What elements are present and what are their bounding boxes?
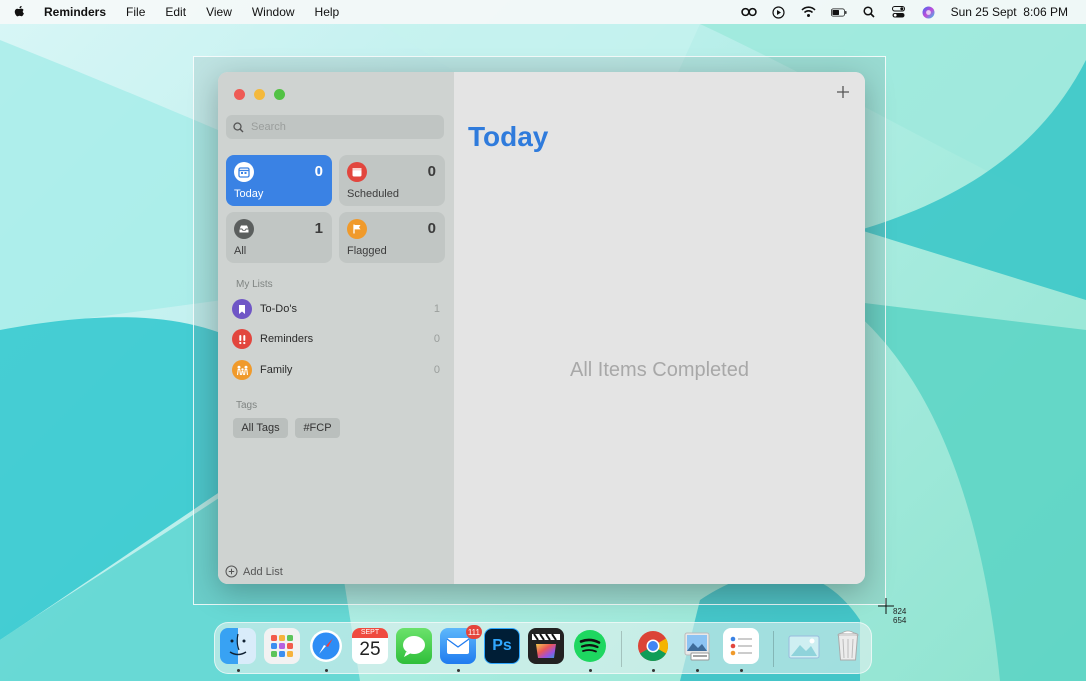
- reminders-window: 0 Today 0 Scheduled 1 All 0 Flagged My L…: [218, 72, 865, 584]
- list-name: To-Do's: [260, 303, 297, 315]
- preview-running-indicator: [696, 669, 699, 672]
- main-content: Today All Items Completed: [454, 72, 865, 584]
- window-controls: [234, 89, 285, 100]
- add-reminder-plus-icon[interactable]: [835, 84, 851, 100]
- menu-bar: Reminders File Edit View Window Help Sun…: [0, 0, 1086, 24]
- sidebar: 0 Today 0 Scheduled 1 All 0 Flagged My L…: [218, 72, 454, 584]
- creative-cloud-icon[interactable]: [740, 5, 757, 19]
- close-button[interactable]: [234, 89, 245, 100]
- calendar-day: 25: [359, 639, 381, 660]
- page-title: Today: [468, 121, 549, 152]
- scheduled-count: 0: [427, 163, 436, 180]
- dock-launchpad-icon[interactable]: [264, 628, 300, 664]
- dock-final-cut-pro-icon[interactable]: [528, 628, 564, 664]
- menu-help[interactable]: Help: [315, 5, 340, 19]
- bookmark-icon: [232, 299, 252, 319]
- crosshair-cursor-icon: [878, 598, 894, 614]
- list-item-family[interactable]: Family 0: [232, 358, 440, 382]
- my-lists-header: My Lists: [236, 279, 273, 290]
- dock-trash-icon[interactable]: [830, 628, 866, 664]
- smart-list-flagged[interactable]: 0 Flagged: [339, 212, 445, 263]
- dock-mail-icon[interactable]: 111: [440, 625, 482, 664]
- list-name: Family: [260, 364, 293, 376]
- chrome-running-indicator: [652, 669, 655, 672]
- search-field[interactable]: [226, 115, 444, 139]
- reminders-running-indicator: [740, 669, 743, 672]
- flagged-count: 0: [427, 220, 436, 237]
- safari-running-indicator: [325, 669, 328, 672]
- family-icon: [232, 360, 252, 380]
- all-count: 1: [314, 220, 323, 237]
- mail-unread-badge: 111: [465, 625, 482, 639]
- dock-chrome-icon[interactable]: [635, 628, 671, 664]
- cursor-x-readout: 824: [893, 607, 907, 616]
- calendar-icon: [347, 162, 367, 182]
- all-label: All: [234, 245, 247, 257]
- add-list-label: Add List: [243, 565, 283, 578]
- today-count: 0: [314, 163, 323, 180]
- tag-fcp[interactable]: #FCP: [295, 418, 340, 438]
- flag-icon: [347, 219, 367, 239]
- cursor-y-readout: 654: [893, 616, 907, 625]
- menu-app-name[interactable]: Reminders: [44, 5, 106, 19]
- calendar-month: SEPT: [352, 628, 388, 638]
- play-circle-icon[interactable]: [771, 5, 787, 19]
- cursor-coordinates: 824 654: [893, 607, 906, 625]
- dock: SEPT 25 111 Ps: [214, 622, 872, 674]
- apple-logo-icon[interactable]: [12, 5, 26, 19]
- tray-icon: [234, 219, 254, 239]
- dock-reminders-icon[interactable]: [723, 628, 759, 664]
- today-label: Today: [234, 188, 264, 200]
- dock-photoshop-icon[interactable]: Ps: [484, 628, 520, 664]
- calendar-icon: [234, 162, 254, 182]
- search-input[interactable]: [249, 120, 443, 134]
- list-name: Reminders: [260, 333, 314, 345]
- list-count: 0: [433, 364, 440, 376]
- dock-messages-icon[interactable]: [396, 628, 432, 664]
- empty-state-message: All Items Completed: [570, 359, 749, 381]
- control-center-icon[interactable]: [891, 5, 907, 19]
- list-item-todos[interactable]: To-Do's 1: [232, 297, 440, 321]
- add-list-button[interactable]: Add List: [225, 565, 283, 578]
- plus-circle-icon: [225, 565, 238, 578]
- menu-file[interactable]: File: [126, 5, 145, 19]
- dock-image-folder-icon[interactable]: [786, 628, 822, 664]
- photoshop-label: Ps: [492, 637, 512, 654]
- menu-window[interactable]: Window: [252, 5, 295, 19]
- scheduled-label: Scheduled: [347, 188, 399, 200]
- dock-separator: [621, 631, 622, 667]
- dock-safari-icon[interactable]: [308, 628, 344, 664]
- zoom-button[interactable]: [274, 89, 285, 100]
- search-icon: [233, 121, 244, 132]
- wifi-icon[interactable]: [801, 5, 817, 19]
- battery-icon[interactable]: [830, 5, 847, 19]
- menu-edit[interactable]: Edit: [165, 5, 186, 19]
- menu-clock[interactable]: Sun 25 Sept 8:06 PM: [951, 5, 1068, 19]
- spotlight-search-icon[interactable]: [861, 5, 877, 19]
- dock-finder-icon[interactable]: [220, 628, 256, 664]
- mail-running-indicator: [457, 669, 460, 672]
- tags-header: Tags: [236, 400, 258, 411]
- finder-running-indicator: [237, 669, 240, 672]
- minimize-button[interactable]: [254, 89, 265, 100]
- menu-view[interactable]: View: [206, 5, 232, 19]
- smart-list-today[interactable]: 0 Today: [226, 155, 332, 206]
- list-item-reminders[interactable]: Reminders 0: [232, 327, 440, 351]
- siri-icon[interactable]: [921, 5, 937, 19]
- dock-separator: [773, 631, 774, 667]
- flagged-label: Flagged: [347, 245, 387, 257]
- dock-preview-icon[interactable]: [679, 628, 715, 664]
- list-count: 0: [433, 333, 440, 345]
- smart-list-all[interactable]: 1 All: [226, 212, 332, 263]
- tag-all-tags[interactable]: All Tags: [233, 418, 288, 438]
- spotify-running-indicator: [589, 669, 592, 672]
- dock-spotify-icon[interactable]: [572, 628, 608, 664]
- smart-list-scheduled[interactable]: 0 Scheduled: [339, 155, 445, 206]
- exclamation-icon: [232, 329, 252, 349]
- dock-calendar-icon[interactable]: SEPT 25: [352, 628, 388, 664]
- list-count: 1: [433, 303, 440, 315]
